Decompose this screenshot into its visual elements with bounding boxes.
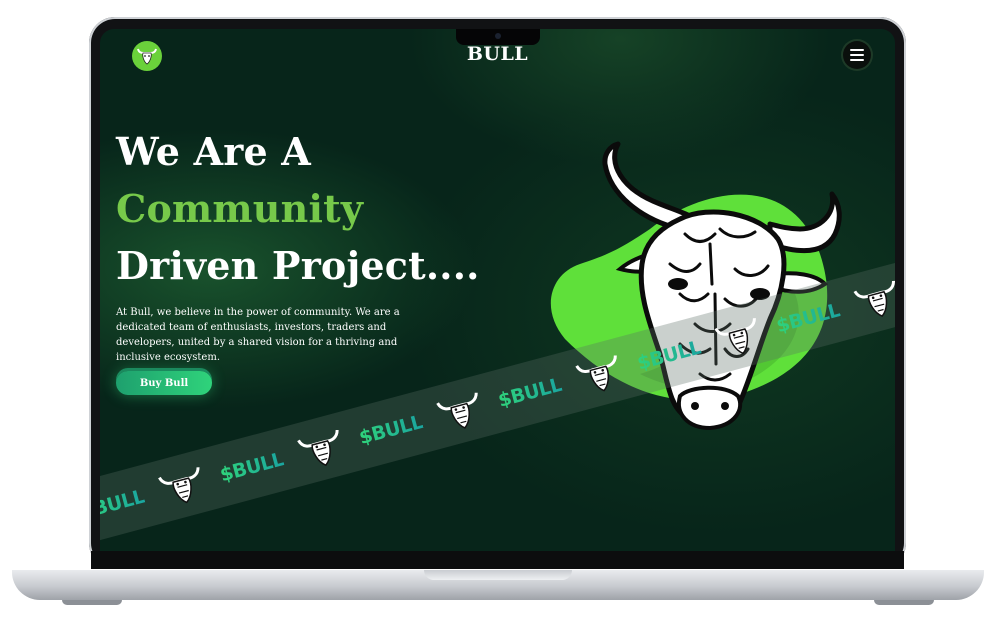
brand-title: BULL — [466, 43, 529, 65]
ribbon-token-text: $BULL — [356, 411, 426, 450]
laptop-opening-groove — [424, 570, 572, 580]
ribbon-token-text: $BULL — [217, 448, 287, 487]
hero-heading-line-2: Community — [116, 186, 364, 231]
laptop-chin — [91, 551, 904, 569]
ribbon-token-text: $BULL — [100, 486, 147, 524]
menu-button[interactable] — [843, 41, 871, 69]
website-screen: BULL We Are A Community Driven Project..… — [100, 29, 895, 551]
hero-heading-line-1: We Are A — [116, 129, 311, 174]
ribbon-token-text: $BULL — [774, 299, 843, 338]
ribbon-token-text: $BULL — [634, 336, 704, 375]
buy-bull-button[interactable]: Buy Bull — [116, 371, 212, 395]
camera-icon — [495, 33, 501, 39]
left-eye — [668, 278, 688, 290]
bull-nose — [676, 385, 743, 431]
hero-description: At Bull, we believe in the power of comm… — [116, 307, 400, 363]
laptop-foot-left — [62, 600, 122, 605]
hero-heading-line-3: Driven Project.... — [116, 243, 480, 288]
hamburger-menu-icon — [850, 49, 864, 61]
ribbon-token-text: $BULL — [495, 373, 565, 412]
laptop-foot-right — [874, 600, 934, 605]
